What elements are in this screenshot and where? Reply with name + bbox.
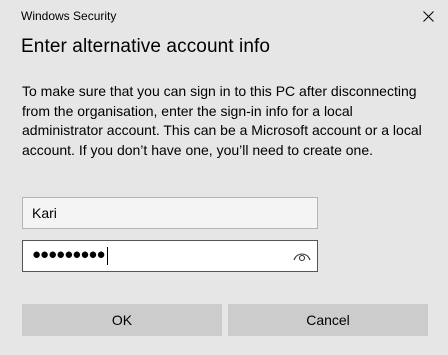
title-bar: Windows Security <box>0 0 448 32</box>
cancel-button[interactable]: Cancel <box>228 304 428 336</box>
password-field[interactable]: ●●●●●●●●● <box>22 240 318 272</box>
ok-button[interactable]: OK <box>22 304 222 336</box>
eye-icon <box>293 253 311 262</box>
text-caret <box>106 247 108 265</box>
reveal-password-button[interactable] <box>291 248 313 264</box>
close-button[interactable] <box>408 0 448 32</box>
windows-security-dialog: Windows Security Enter alternative accou… <box>0 0 448 355</box>
dialog-heading: Enter alternative account info <box>21 36 271 57</box>
password-value: ●●●●●●●●● <box>32 246 106 263</box>
close-icon <box>422 10 434 22</box>
username-field[interactable]: Kari <box>22 197 318 229</box>
dialog-description: To make sure that you can sign in to thi… <box>22 83 422 158</box>
app-title: Windows Security <box>21 9 117 23</box>
